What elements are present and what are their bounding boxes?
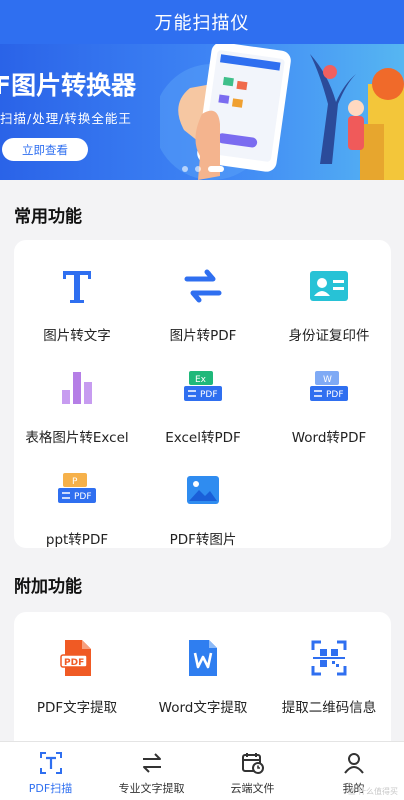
common-functions-card: 图片转文字 图片转PDF 身份证复印件 表格图片转Excel Ex PDF Ex… — [14, 240, 391, 548]
svg-text:PDF: PDF — [200, 390, 218, 400]
nav-label: 专业文字提取 — [118, 782, 185, 795]
tile-label: PDF转图片 — [169, 532, 237, 548]
nav-text-extract[interactable]: 专业文字提取 — [101, 742, 202, 800]
svg-text:PDF: PDF — [326, 390, 344, 400]
tile-label: 图片转文字 — [43, 328, 111, 344]
extra-functions-card: PDF PDF文字提取 Word文字提取 提取二维码信息 — [14, 612, 391, 742]
tile-label: 身份证复印件 — [288, 328, 370, 344]
qr-scan-icon — [305, 634, 353, 682]
banner-title: F图片转换器 — [0, 71, 137, 100]
banner-pager[interactable] — [182, 166, 224, 172]
tile-label: PDF文字提取 — [36, 700, 118, 716]
nav-label: PDF扫描 — [28, 782, 73, 795]
tile-qr-extract[interactable]: 提取二维码信息 — [266, 620, 392, 716]
tile-image-to-pdf[interactable]: 图片转PDF — [140, 248, 266, 344]
tile-label: Word转PDF — [291, 430, 367, 446]
nav-pdf-scan[interactable]: PDF扫描 — [0, 742, 101, 800]
tile-label: 表格图片转Excel — [25, 430, 129, 446]
pdf-doc-icon: PDF — [53, 634, 101, 682]
pager-dot-active[interactable] — [208, 166, 224, 172]
text-t-icon — [53, 262, 101, 310]
id-card-icon — [305, 262, 353, 310]
section-title-extra: 附加功能 — [14, 577, 82, 597]
swap-arrows-icon — [179, 262, 227, 310]
image-icon — [179, 466, 227, 514]
word-doc-icon — [179, 634, 227, 682]
ppt-pdf-icon: P PDF — [53, 466, 101, 514]
svg-text:PDF: PDF — [64, 658, 84, 668]
word-pdf-icon: W PDF — [305, 364, 353, 412]
svg-text:P: P — [72, 477, 78, 487]
svg-text:Ex: Ex — [195, 375, 207, 385]
tile-word-to-pdf[interactable]: W PDF Word转PDF — [266, 350, 392, 446]
tile-label: ppt转PDF — [45, 532, 109, 548]
tile-word-text-extract[interactable]: Word文字提取 — [140, 620, 266, 716]
watermark: 值 什么值得买 — [347, 787, 398, 796]
tile-label: Excel转PDF — [165, 430, 241, 446]
tile-id-card-copy[interactable]: 身份证复印件 — [266, 248, 392, 344]
bar-chart-icon — [53, 364, 101, 412]
banner-subtitle: 扫描/处理/转换全能王 — [0, 111, 132, 126]
tile-label: 图片转PDF — [169, 328, 237, 344]
app-title: 万能扫描仪 — [154, 13, 250, 34]
tile-ppt-to-pdf[interactable]: P PDF ppt转PDF — [14, 452, 140, 548]
tile-pdf-to-image[interactable]: PDF转图片 — [140, 452, 266, 548]
user-icon — [342, 749, 366, 777]
tile-label: 提取二维码信息 — [281, 700, 377, 716]
banner-illustration — [160, 44, 404, 180]
banner-view-button[interactable]: 立即查看 — [2, 138, 88, 161]
tile-excel-to-pdf[interactable]: Ex PDF Excel转PDF — [140, 350, 266, 446]
title-bar: 万能扫描仪 — [0, 0, 404, 44]
nav-cloud-files[interactable]: 云端文件 — [202, 742, 303, 800]
calendar-clock-icon — [241, 749, 265, 777]
svg-text:W: W — [323, 375, 332, 385]
promo-banner[interactable]: F图片转换器 扫描/处理/转换全能王 立即查看 — [0, 44, 404, 180]
pager-dot[interactable] — [195, 166, 201, 172]
tile-table-to-excel[interactable]: 表格图片转Excel — [14, 350, 140, 446]
section-title-common: 常用功能 — [14, 207, 82, 227]
tile-image-to-text[interactable]: 图片转文字 — [14, 248, 140, 344]
exchange-icon — [140, 749, 164, 777]
pager-dot[interactable] — [182, 166, 188, 172]
tile-pdf-text-extract[interactable]: PDF PDF文字提取 — [14, 620, 140, 716]
svg-text:PDF: PDF — [74, 492, 92, 502]
scan-text-icon — [39, 749, 63, 777]
excel-pdf-icon: Ex PDF — [179, 364, 227, 412]
nav-label: 云端文件 — [230, 782, 275, 795]
tile-label: Word文字提取 — [158, 700, 248, 716]
bottom-nav: PDF扫描 专业文字提取 云端文件 我的 值 什么值得买 — [0, 741, 404, 800]
